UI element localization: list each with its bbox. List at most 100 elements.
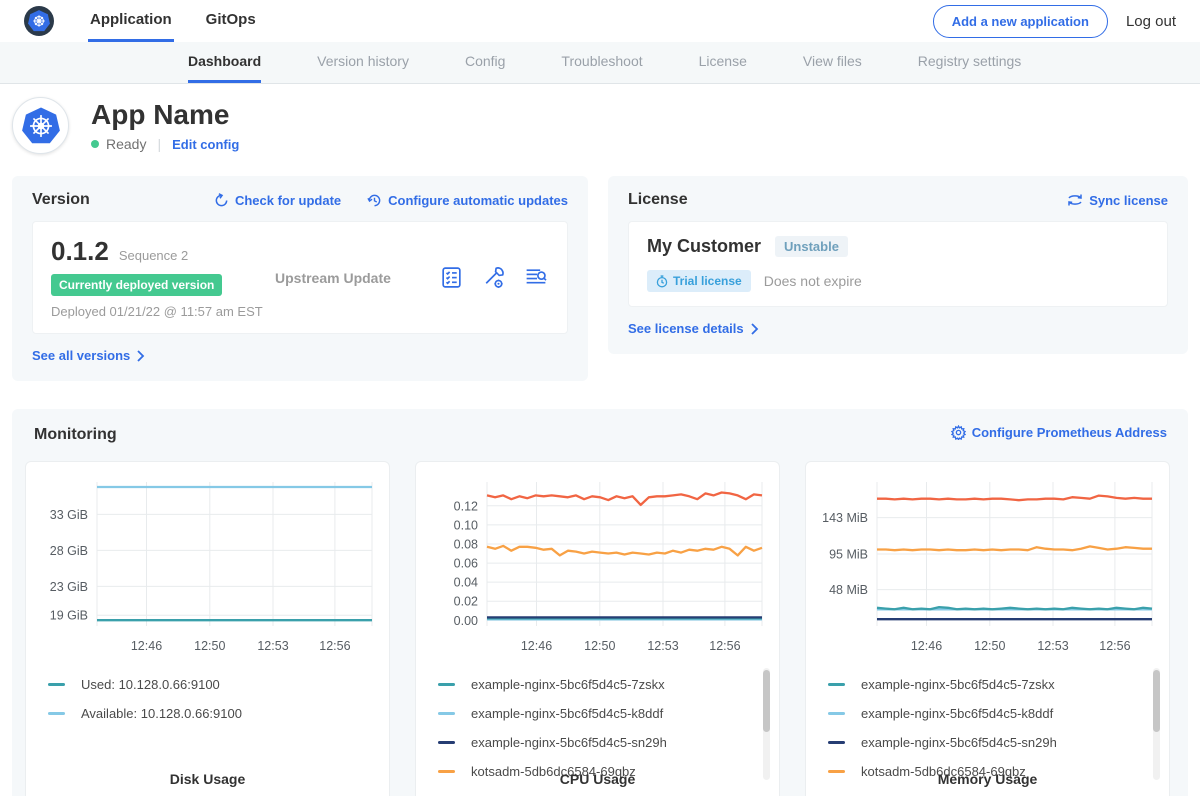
- app-kubernetes-icon: [12, 97, 69, 154]
- customer-name: My Customer: [647, 236, 761, 257]
- legend-color-dash: [828, 683, 845, 686]
- cpu-usage-chart-card: 0.120.100.080.060.040.020.0012:4612:5012…: [415, 461, 780, 796]
- legend-item: example-nginx-5bc6f5d4c5-k8ddf: [438, 699, 779, 728]
- legend-scrollbar[interactable]: [763, 668, 770, 780]
- tab-version-history[interactable]: Version history: [317, 42, 409, 83]
- status-badge: Ready: [106, 136, 146, 152]
- deploy-logs-icon[interactable]: [523, 265, 549, 290]
- svg-text:0.08: 0.08: [454, 538, 478, 552]
- page-title: App Name: [91, 99, 239, 131]
- svg-text:12:46: 12:46: [521, 639, 552, 653]
- legend-color-dash: [828, 741, 845, 744]
- disk-usage-legend: Used: 10.128.0.66:9100 Available: 10.128.…: [48, 670, 389, 728]
- legend-label: example-nginx-5bc6f5d4c5-sn29h: [861, 735, 1057, 750]
- legend-item: Available: 10.128.0.66:9100: [48, 699, 389, 728]
- legend-item: Used: 10.128.0.66:9100: [48, 670, 389, 699]
- scrollbar-thumb[interactable]: [1153, 670, 1160, 732]
- gear-icon: [951, 425, 966, 440]
- monitoring-title: Monitoring: [34, 426, 117, 444]
- divider: |: [157, 136, 161, 152]
- version-number: 0.1.2: [51, 236, 109, 267]
- see-license-details-link[interactable]: See license details: [628, 321, 759, 336]
- tab-view-files[interactable]: View files: [803, 42, 862, 83]
- charts-row: 33 GiB 28 GiB 23 GiB 19 GiB 12:46 12:50 12:53 1…: [25, 461, 1175, 796]
- check-for-update-link[interactable]: Check for update: [214, 193, 341, 208]
- config-wrench-icon[interactable]: [481, 265, 506, 290]
- tab-dashboard[interactable]: Dashboard: [188, 42, 261, 83]
- legend-color-dash: [48, 712, 65, 715]
- version-card-title: Version: [32, 191, 90, 209]
- svg-text:12:56: 12:56: [709, 639, 740, 653]
- top-nav-tab-gitops[interactable]: GitOps: [204, 0, 258, 42]
- svg-text:95 MiB: 95 MiB: [829, 548, 868, 562]
- legend-label: Available: 10.128.0.66:9100: [81, 706, 242, 721]
- legend-item: example-nginx-5bc6f5d4c5-7zskx: [828, 670, 1169, 699]
- svg-text:23 GiB: 23 GiB: [50, 580, 88, 594]
- cpu-usage-legend: example-nginx-5bc6f5d4c5-7zskx example-ng…: [438, 670, 779, 786]
- svg-text:0.12: 0.12: [454, 499, 478, 513]
- clock-history-icon: [367, 193, 382, 208]
- svg-text:33 GiB: 33 GiB: [50, 508, 88, 522]
- legend-item: example-nginx-5bc6f5d4c5-sn29h: [828, 728, 1169, 757]
- tab-license[interactable]: License: [699, 42, 747, 83]
- tab-config[interactable]: Config: [465, 42, 505, 83]
- status-ready-dot: [91, 140, 99, 148]
- legend-label: example-nginx-5bc6f5d4c5-7zskx: [471, 677, 665, 692]
- svg-text:0.02: 0.02: [454, 595, 478, 609]
- tab-troubleshoot[interactable]: Troubleshoot: [561, 42, 642, 83]
- scrollbar-thumb[interactable]: [763, 670, 770, 732]
- chevron-right-icon: [750, 323, 759, 335]
- legend-color-dash: [438, 683, 455, 686]
- svg-text:12:50: 12:50: [974, 639, 1005, 653]
- cpu-usage-plot: 0.120.100.080.060.040.020.0012:4612:5012…: [425, 474, 770, 666]
- top-nav-tabs: Application GitOps: [88, 0, 288, 42]
- configure-prometheus-link[interactable]: Configure Prometheus Address: [951, 425, 1167, 440]
- memory-usage-chart-card: 143 MiB95 MiB48 MiB12:4612:5012:5312:56e…: [805, 461, 1170, 796]
- edit-config-link[interactable]: Edit config: [172, 137, 239, 152]
- legend-color-dash: [438, 712, 455, 715]
- sync-license-link[interactable]: Sync license: [1067, 193, 1168, 208]
- top-nav-tab-application[interactable]: Application: [88, 0, 174, 42]
- svg-text:12:53: 12:53: [257, 639, 288, 653]
- nav-logo[interactable]: [24, 0, 54, 42]
- configure-automatic-updates-link[interactable]: Configure automatic updates: [367, 193, 568, 208]
- legend-label: example-nginx-5bc6f5d4c5-k8ddf: [861, 706, 1053, 721]
- svg-text:0.04: 0.04: [454, 576, 478, 590]
- legend-item: example-nginx-5bc6f5d4c5-7zskx: [438, 670, 779, 699]
- logout-button[interactable]: Log out: [1126, 13, 1176, 30]
- legend-color-dash: [438, 741, 455, 744]
- add-application-button[interactable]: Add a new application: [933, 5, 1108, 38]
- kubernetes-logo-icon: [24, 6, 54, 36]
- memory-usage-legend: example-nginx-5bc6f5d4c5-7zskx example-ng…: [828, 670, 1169, 786]
- license-card: License Sync license My Custo: [608, 176, 1188, 354]
- stopwatch-icon: [656, 275, 668, 288]
- svg-text:28 GiB: 28 GiB: [50, 544, 88, 558]
- refresh-icon: [214, 193, 229, 208]
- svg-text:12:46: 12:46: [131, 639, 162, 653]
- preflight-checks-icon[interactable]: [439, 265, 464, 290]
- sync-icon: [1067, 193, 1083, 207]
- memory-usage-plot: 143 MiB95 MiB48 MiB12:4612:5012:5312:56: [815, 474, 1160, 666]
- legend-label: example-nginx-5bc6f5d4c5-sn29h: [471, 735, 667, 750]
- legend-scrollbar[interactable]: [1153, 668, 1160, 780]
- svg-text:48 MiB: 48 MiB: [829, 583, 868, 597]
- svg-text:0.06: 0.06: [454, 557, 478, 571]
- app-sub-nav: Dashboard Version history Config Troublesho…: [0, 42, 1200, 84]
- memory-usage-title: Memory Usage: [806, 771, 1169, 787]
- disk-usage-title: Disk Usage: [26, 771, 389, 787]
- svg-text:12:53: 12:53: [647, 639, 678, 653]
- disk-usage-chart-card: 33 GiB28 GiB23 GiB19 GiB12:4612:5012:531…: [25, 461, 390, 796]
- chevron-right-icon: [136, 350, 145, 362]
- deployed-timestamp: Deployed 01/21/22 @ 11:57 am EST: [51, 304, 263, 319]
- tab-registry-settings[interactable]: Registry settings: [918, 42, 1021, 83]
- version-card: Version Check for update: [12, 176, 588, 381]
- svg-text:143 MiB: 143 MiB: [822, 511, 868, 525]
- svg-text:19 GiB: 19 GiB: [50, 609, 88, 623]
- legend-color-dash: [48, 683, 65, 686]
- see-all-versions-link[interactable]: See all versions: [32, 348, 145, 363]
- legend-label: example-nginx-5bc6f5d4c5-7zskx: [861, 677, 1055, 692]
- version-sequence: Sequence 2: [119, 248, 188, 263]
- svg-text:0.10: 0.10: [454, 518, 478, 532]
- legend-label: example-nginx-5bc6f5d4c5-k8ddf: [471, 706, 663, 721]
- monitoring-section: Monitoring Configure Prometheus Address …: [12, 409, 1188, 796]
